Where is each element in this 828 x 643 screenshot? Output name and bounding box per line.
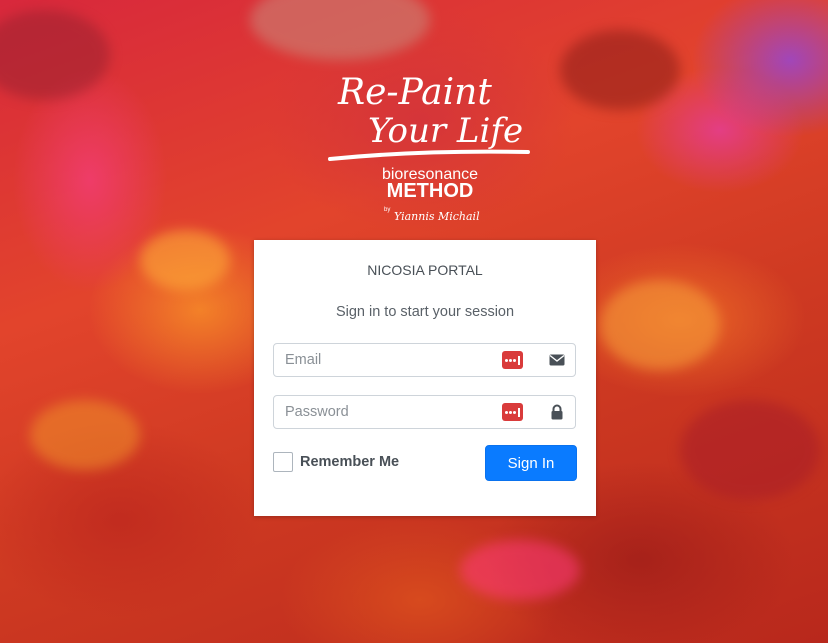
background-splash (0, 10, 110, 100)
sign-in-button[interactable]: Sign In (485, 445, 577, 481)
login-subtitle: Sign in to start your session (335, 304, 515, 320)
background-splash (680, 400, 820, 500)
password-manager-icon[interactable] (502, 403, 523, 421)
logo-line1: Re-Paint (337, 72, 492, 113)
email-field (273, 343, 576, 377)
portal-title: NICOSIA PORTAL (367, 262, 483, 278)
logo-line4: METHOD (387, 180, 474, 202)
background-splash (600, 280, 720, 370)
logo-line2: Your Life (368, 111, 523, 151)
login-card: NICOSIA PORTAL Sign in to start your ses… (254, 240, 596, 516)
remember-me-checkbox[interactable] (273, 452, 293, 472)
logo-brush-stroke (328, 149, 530, 161)
remember-me[interactable]: Remember Me (273, 451, 399, 473)
background-splash (250, 0, 430, 60)
login-page: Re-Paint Your Life bioresonance METHOD b… (0, 0, 828, 643)
remember-me-label: Remember Me (300, 454, 400, 470)
background-splash (140, 230, 230, 290)
background-splash (30, 400, 140, 470)
password-field (273, 395, 576, 429)
background-splash (560, 30, 680, 110)
email-input[interactable] (274, 344, 516, 376)
password-input[interactable] (274, 396, 516, 428)
password-manager-icon[interactable] (502, 351, 523, 369)
lock-icon (551, 404, 563, 420)
background-splash (460, 540, 580, 600)
logo-signature: Yiannis Michail (394, 210, 480, 223)
envelope-icon (549, 354, 565, 366)
logo-byline: by (384, 207, 390, 213)
brand-logo: Re-Paint Your Life bioresonance METHOD b… (328, 72, 530, 223)
